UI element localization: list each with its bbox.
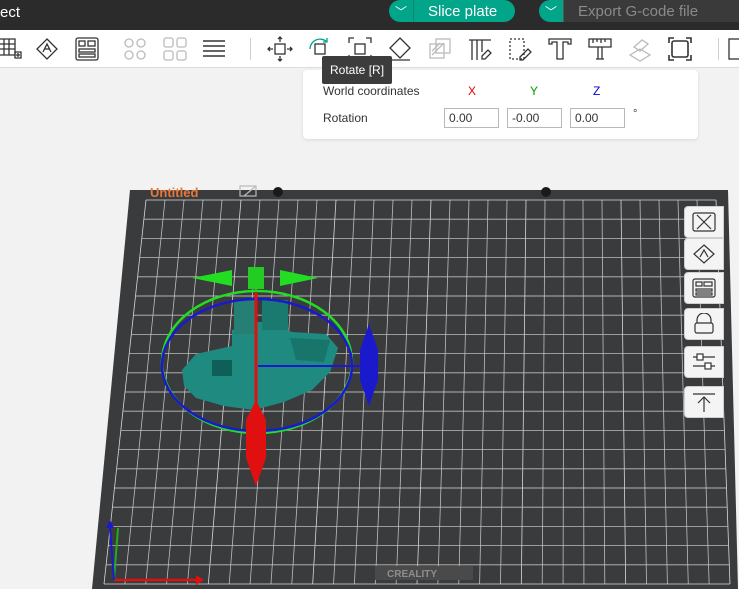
axis-y-header: Y: [530, 84, 539, 98]
window-title: ect: [0, 4, 21, 21]
seam-paint-icon[interactable]: [505, 34, 535, 64]
plate-notch: [273, 187, 283, 197]
slice-plate-button[interactable]: Slice plate: [413, 0, 516, 22]
measure-icon[interactable]: [585, 34, 615, 64]
lock-plate-button[interactable]: [684, 308, 724, 340]
move-to-top-button[interactable]: [684, 386, 724, 418]
rotate-handle-x[interactable]: [246, 420, 266, 458]
lock-icon: [694, 313, 714, 334]
rotation-y-input[interactable]: [507, 108, 562, 128]
split-parts-icon: [160, 34, 190, 64]
brand-label: CREALITY: [387, 569, 437, 580]
plate-name: Untitled: [150, 185, 198, 200]
world-coordinates-label: World coordinates: [323, 84, 420, 98]
rotate-tooltip: Rotate [R]: [322, 56, 393, 84]
rotation-z-input[interactable]: [570, 108, 625, 128]
export-gcode-button[interactable]: Export G-code file: [563, 0, 739, 22]
degree-unit: °: [633, 108, 638, 120]
title-bar: ect ﹀ Slice plate ﹀ Export G-code file: [0, 0, 739, 30]
plate-grid-icon[interactable]: [0, 34, 26, 64]
rotate-handle-y-center[interactable]: [248, 267, 264, 289]
arrange-icon: [692, 278, 716, 298]
rotation-label: Rotation: [323, 111, 368, 125]
export-button-group: ﹀ Export G-code file: [539, 0, 739, 22]
plate-notch: [541, 187, 551, 197]
rotation-x-input[interactable]: [444, 108, 499, 128]
auto-orient-icon: [693, 244, 715, 264]
toolbar-divider: [718, 38, 719, 60]
scene-canvas[interactable]: Untitled CREALITY: [0, 68, 739, 589]
auto-orient-icon[interactable]: [32, 34, 62, 64]
close-icon: [692, 212, 716, 232]
orient-plate-button[interactable]: [684, 238, 724, 270]
assembly-icon: [625, 34, 655, 64]
export-dropdown-icon[interactable]: ﹀: [539, 0, 563, 22]
sliders-icon: [693, 353, 715, 370]
axis-z-header: Z: [593, 84, 601, 98]
more-tools-icon[interactable]: [724, 34, 739, 64]
toolbar-divider: [250, 38, 251, 60]
support-paint-icon[interactable]: [465, 34, 495, 64]
cut-icon: [425, 34, 455, 64]
text-icon[interactable]: [545, 34, 575, 64]
split-objects-icon: [120, 34, 150, 64]
plate-settings-button[interactable]: [684, 346, 724, 378]
arrange-plate-button[interactable]: [684, 272, 724, 304]
move-top-icon: [693, 393, 715, 412]
axis-x-header: X: [468, 84, 477, 98]
delete-plate-button[interactable]: [684, 206, 724, 238]
move-icon[interactable]: [265, 34, 295, 64]
layers-icon[interactable]: [199, 34, 229, 64]
slice-dropdown-icon[interactable]: ﹀: [389, 0, 413, 22]
3d-viewport[interactable]: Untitled CREALITY: [0, 68, 739, 589]
slice-button-group: ﹀ Slice plate: [389, 0, 516, 22]
fit-view-icon[interactable]: [665, 34, 695, 64]
arrange-icon[interactable]: [72, 34, 102, 64]
